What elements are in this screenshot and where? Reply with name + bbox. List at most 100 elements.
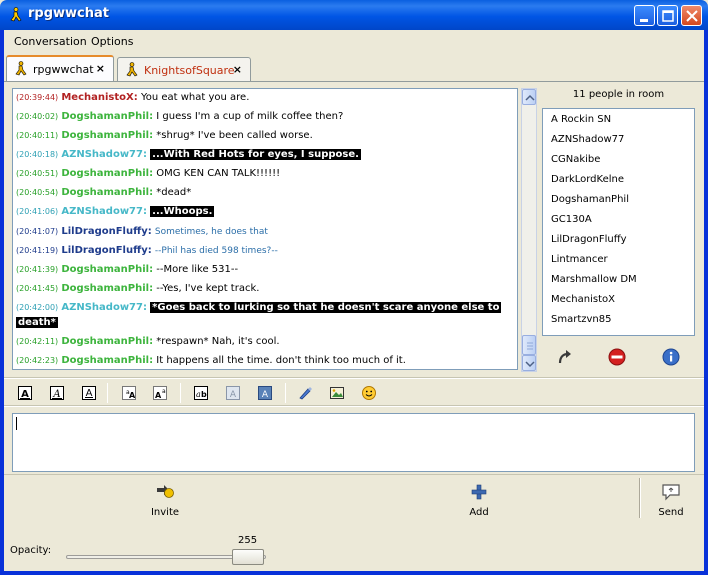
timestamp: (20:41:06) — [16, 207, 59, 216]
timestamp: (20:39:44) — [16, 93, 59, 102]
list-item[interactable]: LilDragonFluffy — [551, 234, 627, 245]
svg-text:b: b — [201, 390, 207, 399]
block-icon[interactable] — [607, 347, 627, 367]
list-item[interactable]: A Rockin SN — [551, 114, 611, 125]
message-text: ...Whoops. — [150, 206, 215, 217]
bold-icon[interactable]: A — [17, 385, 33, 401]
font-face-icon[interactable]: a b — [193, 385, 209, 401]
send-button[interactable]: Send — [654, 482, 688, 518]
chat-message: (20:40:02) DogshamanPhil: I guess I'm a … — [16, 110, 343, 123]
list-item[interactable]: Marshmallow DM — [551, 274, 637, 285]
chat-message: (20:41:39) DogshamanPhil: --More like 53… — [16, 263, 238, 276]
list-item[interactable]: Lintmancer — [551, 254, 608, 265]
nickname: DogshamanPhil: — [61, 111, 154, 122]
minimize-button[interactable] — [634, 5, 655, 26]
menu-conversation[interactable]: Conversation — [14, 35, 87, 48]
text-smaller-icon[interactable]: A a — [152, 385, 168, 401]
tab-divider — [4, 81, 704, 82]
nickname: DogshamanPhil: — [61, 187, 154, 198]
title-bar[interactable]: rpgwwchat — [0, 0, 708, 30]
chat-message: (20:40:51) DogshamanPhil: OMG KEN CAN TA… — [16, 167, 280, 180]
scroll-thumb[interactable] — [522, 335, 536, 355]
underline-icon[interactable]: A — [81, 385, 97, 401]
chat-message: (20:42:23) DogshamanPhil: It happens all… — [16, 354, 406, 367]
timestamp: (20:42:23) — [16, 356, 59, 365]
message-text: OMG KEN CAN TALK!!!!!! — [156, 168, 281, 179]
list-item[interactable]: MechanistoX — [551, 294, 615, 305]
chat-message: (20:40:11) DogshamanPhil: *shrug* I've b… — [16, 129, 313, 142]
list-item[interactable]: DogshamanPhil — [551, 194, 629, 205]
message-text: *Goes back to lurking so that he doesn't… — [150, 302, 502, 313]
insert-image-icon[interactable] — [329, 385, 345, 401]
menu-bar: Conversation Options — [4, 30, 704, 52]
tab-rpgwwchat[interactable]: rpgwwchat × — [6, 55, 114, 82]
background-color-icon[interactable]: A — [257, 385, 273, 401]
timestamp: (20:41:39) — [16, 265, 59, 274]
add-button[interactable]: Add — [463, 482, 495, 518]
chat-message-continuation: death* — [16, 316, 58, 329]
text-larger-icon[interactable]: a A — [121, 385, 137, 401]
window-title: rpgwwchat — [28, 6, 109, 21]
menu-options[interactable]: Options — [91, 35, 133, 48]
timestamp: (20:40:11) — [16, 131, 59, 140]
insert-link-icon[interactable] — [297, 385, 313, 401]
divider — [4, 378, 704, 379]
opacity-slider-thumb[interactable] — [232, 549, 264, 565]
message-text: --More like 531-- — [156, 264, 239, 275]
list-item[interactable]: Smartzvn85 — [551, 314, 611, 325]
scroll-down-button[interactable] — [522, 355, 536, 371]
info-icon[interactable] — [661, 347, 681, 367]
scroll-up-button[interactable] — [522, 89, 536, 105]
svg-text:A: A — [155, 391, 162, 400]
list-item[interactable]: GC130A — [551, 214, 592, 225]
message-text: death* — [16, 317, 58, 328]
tab-close-icon[interactable]: × — [96, 62, 105, 75]
close-button[interactable] — [681, 5, 702, 26]
chat-scrollbar[interactable] — [521, 88, 537, 372]
message-text: *dead* — [156, 187, 192, 198]
people-list[interactable]: A Rockin SN AZNShadow77 CGNakibe DarkLor… — [542, 108, 695, 336]
chat-message: (20:41:07) LilDragonFluffy: Sometimes, h… — [16, 225, 268, 239]
chat-message: (20:41:19) LilDragonFluffy: --Phil has d… — [16, 244, 278, 258]
tab-knightsofsquare[interactable]: KnightsofSquare × — [117, 57, 251, 81]
text-color-icon[interactable]: A — [225, 385, 241, 401]
list-item[interactable]: AZNShadow77 — [551, 134, 624, 145]
redirect-arrow-icon[interactable] — [555, 347, 575, 367]
nickname: DogshamanPhil: — [61, 264, 154, 275]
smiley-icon[interactable] — [361, 385, 377, 401]
timestamp: (20:41:19) — [16, 246, 59, 255]
tab-label: KnightsofSquare — [144, 64, 235, 77]
message-text: ...With Red Hots for eyes, I suppose. — [150, 149, 361, 160]
tab-close-icon[interactable]: × — [233, 63, 242, 76]
people-count: 11 people in room — [572, 89, 665, 100]
toolbar-separator — [639, 478, 641, 518]
opacity-value: 255 — [238, 535, 258, 546]
nickname: AZNShadow77: — [61, 149, 147, 160]
list-item[interactable]: DarkLordKelne — [551, 174, 624, 185]
nickname: LilDragonFluffy: — [61, 245, 152, 256]
invite-label: Invite — [150, 507, 180, 518]
timestamp: (20:42:11) — [16, 337, 59, 346]
nickname: DogshamanPhil: — [61, 130, 154, 141]
chat-log[interactable]: (20:39:44) MechanistoX: You eat what you… — [12, 88, 518, 370]
message-text: *respawn* Nah, it's cool. — [156, 336, 280, 347]
timestamp: (20:42:00) — [16, 303, 59, 312]
svg-text:A: A — [129, 391, 136, 400]
maximize-button[interactable] — [657, 5, 678, 26]
list-item[interactable]: CGNakibe — [551, 154, 600, 165]
aim-running-man-icon — [15, 61, 27, 76]
chat-message: (20:42:00) AZNShadow77: *Goes back to lu… — [16, 301, 502, 314]
timestamp: (20:41:07) — [16, 227, 59, 236]
svg-text:a: a — [162, 388, 166, 395]
italic-icon[interactable]: A — [49, 385, 65, 401]
invite-button[interactable]: Invite — [145, 482, 185, 518]
nickname: AZNShadow77: — [61, 302, 147, 313]
nickname: DogshamanPhil: — [61, 168, 154, 179]
timestamp: (20:40:18) — [16, 150, 59, 159]
svg-text:A: A — [230, 390, 237, 400]
message-text: Sometimes, he does that — [154, 227, 268, 237]
text-caret — [16, 417, 17, 430]
chat-message: (20:42:11) DogshamanPhil: *respawn* Nah,… — [16, 335, 280, 348]
message-input[interactable] — [12, 413, 695, 472]
message-text: *shrug* I've been called worse. — [156, 130, 313, 141]
